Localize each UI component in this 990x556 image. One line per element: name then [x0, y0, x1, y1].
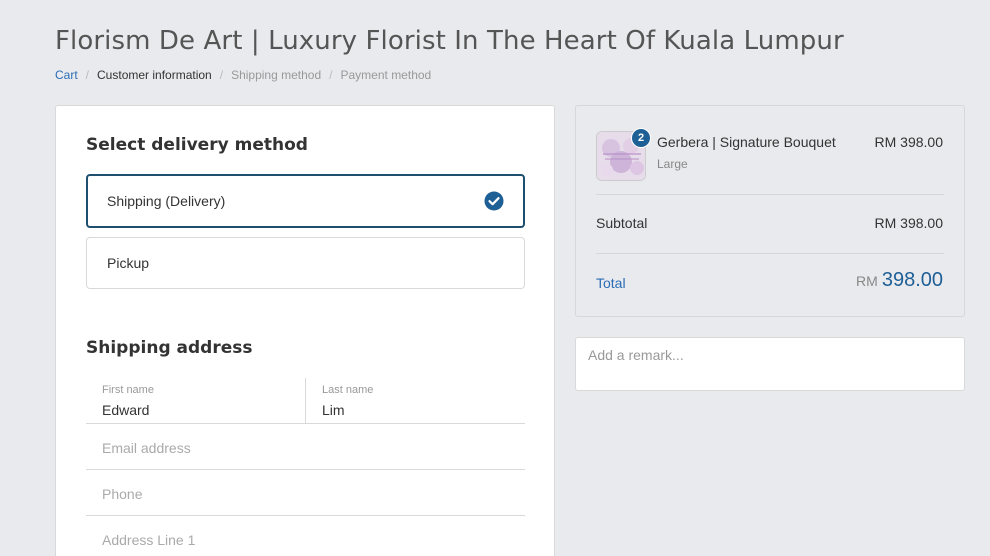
breadcrumb-cart[interactable]: Cart — [55, 68, 78, 82]
breadcrumb: Cart / Customer information / Shipping m… — [55, 68, 431, 82]
product-price: RM 398.00 — [874, 134, 943, 150]
total-label: Total — [596, 275, 626, 291]
remark-input[interactable] — [575, 337, 965, 391]
total-amount: 398.00 — [881, 269, 943, 291]
delivery-method-heading: Select delivery method — [86, 135, 308, 155]
phone-placeholder: Phone — [102, 486, 143, 502]
product-name: Gerbera | Signature Bouquet — [657, 134, 836, 150]
phone-field[interactable]: Phone — [86, 470, 525, 516]
breadcrumb-customer-information: Customer information — [97, 68, 212, 82]
summary-divider — [596, 253, 944, 254]
first-name-label: First name — [102, 384, 154, 396]
subtotal-label: Subtotal — [596, 215, 648, 231]
breadcrumb-separator: / — [85, 68, 90, 82]
email-field[interactable]: Email address — [86, 424, 525, 470]
delivery-option-label: Pickup — [107, 255, 150, 271]
order-summary-panel: 2 Gerbera | Signature Bouquet Large RM 3… — [575, 105, 965, 317]
total-value: RM 398.00 — [856, 269, 943, 292]
address-line-1-placeholder: Address Line 1 — [102, 532, 196, 548]
last-name-label: Last name — [322, 384, 374, 396]
email-placeholder: Email address — [102, 440, 191, 456]
first-name-field[interactable]: First name Edward — [86, 378, 305, 424]
breadcrumb-shipping-method: Shipping method — [231, 68, 322, 82]
quantity-badge: 2 — [631, 128, 651, 148]
total-currency: RM — [856, 273, 878, 289]
breadcrumb-separator: / — [329, 68, 333, 82]
summary-divider — [596, 194, 944, 195]
checkout-form-panel: Select delivery method Shipping (Deliver… — [55, 105, 555, 556]
first-name-value: Edward — [102, 402, 150, 418]
last-name-value: Lim — [322, 402, 345, 418]
breadcrumb-payment-method: Payment method — [340, 68, 432, 82]
last-name-field[interactable]: Last name Lim — [306, 378, 525, 424]
breadcrumb-separator: / — [219, 68, 224, 82]
subtotal-value: RM 398.00 — [874, 215, 943, 231]
store-title: Florism De Art | Luxury Florist In The H… — [55, 26, 844, 56]
delivery-option-shipping[interactable]: Shipping (Delivery) — [86, 174, 525, 228]
shipping-address-heading: Shipping address — [86, 338, 253, 358]
address-line-1-field[interactable]: Address Line 1 — [86, 516, 525, 556]
delivery-option-pickup[interactable]: Pickup — [86, 237, 525, 289]
checkmark-circle-icon — [484, 191, 504, 211]
delivery-option-label: Shipping (Delivery) — [107, 193, 226, 209]
product-variant: Large — [657, 157, 688, 171]
